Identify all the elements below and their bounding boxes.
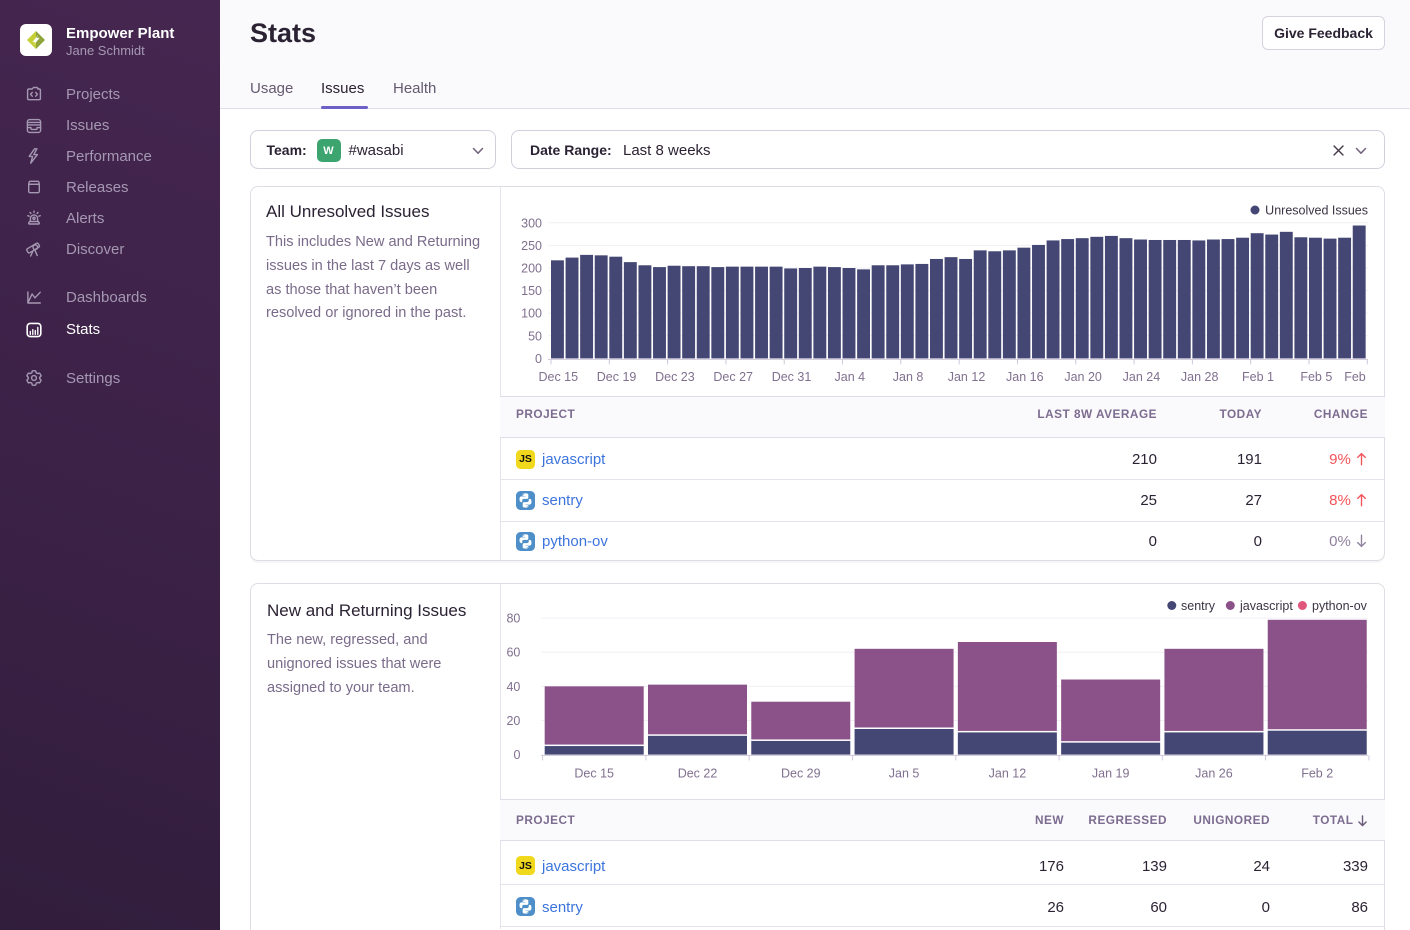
svg-text:50: 50 <box>528 329 542 343</box>
svg-text:Dec 22: Dec 22 <box>678 767 718 781</box>
svg-text:Jan 20: Jan 20 <box>1064 370 1102 384</box>
svg-text:Jan 12: Jan 12 <box>948 370 986 384</box>
svg-text:150: 150 <box>521 284 542 298</box>
svg-text:Dec 23: Dec 23 <box>655 370 695 384</box>
svg-text:sentry: sentry <box>1181 599 1216 613</box>
svg-text:100: 100 <box>521 307 542 321</box>
svg-text:Feb 5: Feb 5 <box>1300 370 1332 384</box>
svg-text:python-ov: python-ov <box>1312 599 1368 613</box>
svg-text:Jan 28: Jan 28 <box>1181 370 1219 384</box>
svg-text:Jan 12: Jan 12 <box>989 767 1027 781</box>
svg-text:Feb 1: Feb 1 <box>1242 370 1274 384</box>
svg-text:Jan 16: Jan 16 <box>1006 370 1044 384</box>
svg-text:Jan 4: Jan 4 <box>835 370 866 384</box>
svg-text:Jan 24: Jan 24 <box>1123 370 1161 384</box>
svg-text:60: 60 <box>506 646 520 660</box>
svg-text:Feb 2: Feb 2 <box>1301 767 1333 781</box>
svg-text:0: 0 <box>513 748 520 762</box>
svg-text:Dec 15: Dec 15 <box>574 767 614 781</box>
svg-text:40: 40 <box>506 680 520 694</box>
svg-text:20: 20 <box>506 714 520 728</box>
svg-text:80: 80 <box>506 612 520 626</box>
svg-text:Dec 27: Dec 27 <box>713 370 753 384</box>
svg-text:200: 200 <box>521 262 542 276</box>
svg-text:0: 0 <box>535 352 542 366</box>
svg-text:Jan 19: Jan 19 <box>1092 767 1130 781</box>
svg-text:Feb: Feb <box>1344 370 1366 384</box>
svg-text:250: 250 <box>521 239 542 253</box>
svg-text:Dec 29: Dec 29 <box>781 767 821 781</box>
svg-text:javascript: javascript <box>1239 599 1293 613</box>
svg-text:Jan 5: Jan 5 <box>889 767 920 781</box>
svg-text:Dec 15: Dec 15 <box>538 370 578 384</box>
svg-text:Jan 26: Jan 26 <box>1195 767 1233 781</box>
svg-text:Dec 19: Dec 19 <box>597 370 637 384</box>
svg-text:Unresolved Issues: Unresolved Issues <box>1265 203 1368 217</box>
svg-text:Dec 31: Dec 31 <box>772 370 812 384</box>
svg-text:Jan 8: Jan 8 <box>893 370 924 384</box>
svg-text:300: 300 <box>521 216 542 230</box>
